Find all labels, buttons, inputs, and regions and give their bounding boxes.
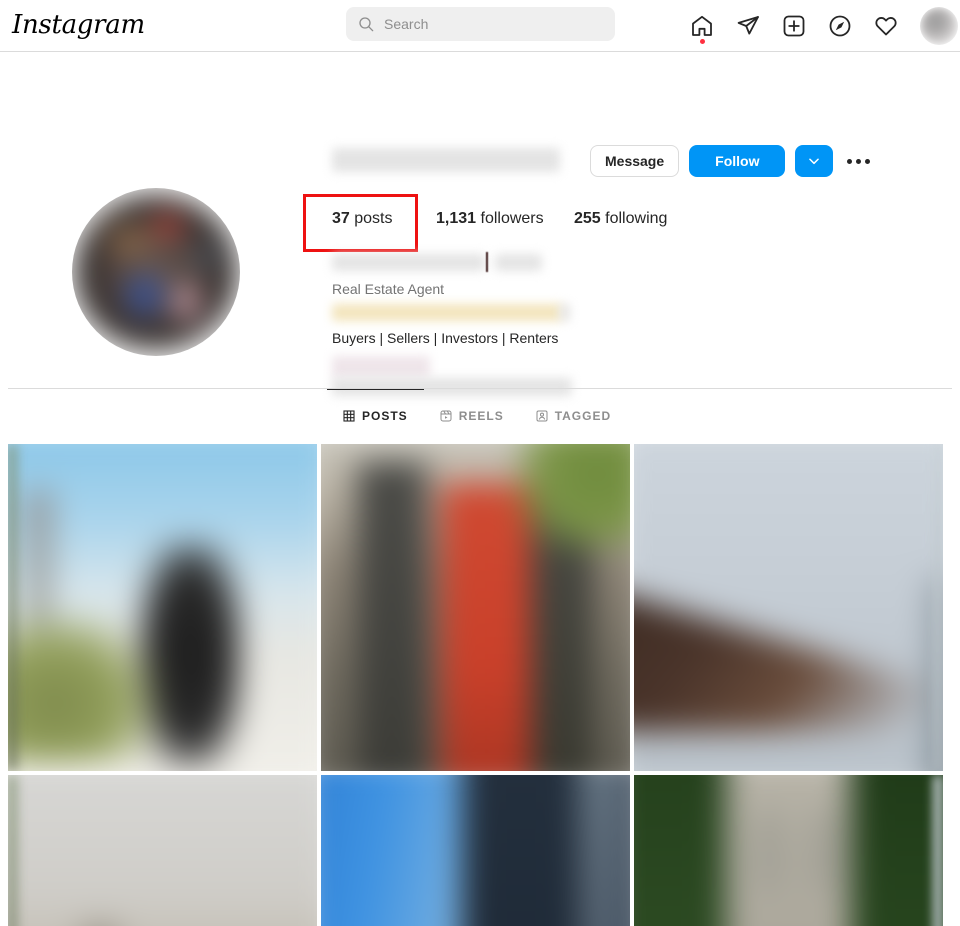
more-options-icon[interactable] bbox=[843, 145, 873, 177]
profile-action-buttons: Message Follow bbox=[590, 144, 873, 178]
profile-header-section: Message Follow 37 posts 1,131 followers bbox=[0, 52, 960, 396]
tab-posts-label: POSTS bbox=[362, 409, 408, 423]
post-thumbnail[interactable] bbox=[634, 444, 943, 771]
stat-following[interactable]: 255 following bbox=[574, 210, 667, 228]
bio-redacted-line-2b bbox=[560, 304, 570, 321]
search-box[interactable] bbox=[346, 7, 615, 41]
profile-picture[interactable] bbox=[72, 188, 240, 356]
post-thumbnail[interactable] bbox=[634, 775, 943, 926]
nav-icon-group bbox=[690, 0, 958, 52]
username-redacted bbox=[332, 148, 560, 172]
grid-icon bbox=[343, 410, 355, 422]
bio-redacted-line-1 bbox=[332, 254, 485, 271]
tab-tagged-label: TAGGED bbox=[554, 409, 612, 423]
home-notification-dot bbox=[700, 39, 705, 44]
post-thumbnail[interactable] bbox=[321, 775, 630, 926]
message-button[interactable]: Message bbox=[590, 145, 680, 177]
posts-grid bbox=[8, 444, 952, 926]
bio-redacted-line-2 bbox=[332, 304, 562, 321]
bio-redacted-line-1b bbox=[495, 254, 542, 271]
stat-followers-count: 1,131 bbox=[436, 210, 477, 227]
top-navigation-bar: Instagram bbox=[0, 0, 960, 52]
post-thumbnail[interactable] bbox=[8, 444, 317, 771]
bio-divider-mark bbox=[486, 252, 488, 272]
profile-avatar[interactable] bbox=[920, 7, 958, 45]
new-post-icon[interactable] bbox=[782, 14, 806, 38]
stat-following-label: following bbox=[605, 210, 668, 227]
stat-followers[interactable]: 1,131 followers bbox=[436, 210, 544, 228]
instagram-logo[interactable]: Instagram bbox=[12, 8, 145, 42]
home-icon[interactable] bbox=[690, 14, 714, 44]
post-thumbnail[interactable] bbox=[8, 775, 317, 926]
stat-followers-label: followers bbox=[480, 210, 544, 227]
bio-category: Real Estate Agent bbox=[332, 281, 445, 297]
tagged-icon bbox=[536, 410, 548, 422]
profile-tabs-bar: POSTS REELS TAGGED bbox=[8, 388, 952, 444]
post-thumbnail[interactable] bbox=[321, 444, 630, 771]
search-icon bbox=[358, 16, 374, 32]
follow-button[interactable]: Follow bbox=[689, 145, 786, 177]
posts-grid-viewport bbox=[0, 444, 960, 926]
bio-redacted-line-3 bbox=[332, 356, 430, 378]
reels-icon bbox=[440, 410, 452, 422]
stat-posts[interactable]: 37 posts bbox=[303, 194, 418, 252]
tab-reels[interactable]: REELS bbox=[424, 389, 520, 442]
messenger-icon[interactable] bbox=[736, 14, 760, 38]
stat-following-count: 255 bbox=[574, 210, 601, 227]
tab-tagged[interactable]: TAGGED bbox=[520, 389, 627, 442]
tab-reels-label: REELS bbox=[458, 409, 504, 423]
activity-heart-icon[interactable] bbox=[874, 14, 898, 38]
search-input[interactable] bbox=[384, 16, 603, 32]
chevron-down-icon[interactable] bbox=[795, 145, 834, 177]
tab-posts[interactable]: POSTS bbox=[327, 389, 424, 442]
stat-posts-label: posts bbox=[354, 210, 393, 227]
explore-icon[interactable] bbox=[828, 14, 852, 38]
stat-posts-count: 37 bbox=[332, 210, 350, 227]
bio-services-line: Buyers | Sellers | Investors | Renters bbox=[332, 330, 559, 346]
